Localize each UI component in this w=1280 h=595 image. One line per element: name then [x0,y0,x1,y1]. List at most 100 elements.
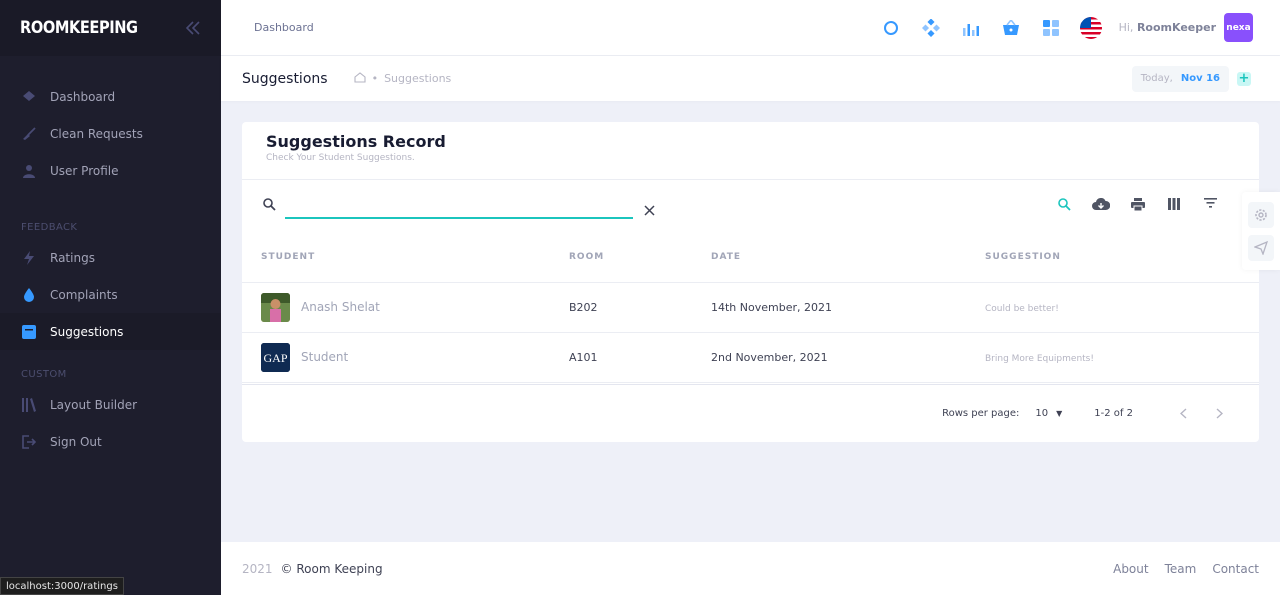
diamond-icon[interactable] [911,8,951,48]
page-title: Suggestions [242,70,328,87]
cell-student: GAP Student [242,332,569,383]
date-picker[interactable]: Today, Nov 16 [1131,65,1229,92]
cell-suggestion: Bring More Equipments! [985,332,1259,383]
sidebar-item-layout-builder[interactable]: Layout Builder [0,386,221,423]
sidebar-item-complaints[interactable]: Complaints [0,276,221,313]
table-row[interactable]: GAP Student A101 2nd November, 2021 Brin… [242,332,1259,383]
card-subtitle: Check Your Student Suggestions. [266,153,415,163]
brand-bar: ROOMKEEPING [0,0,221,56]
drop-icon [21,287,37,303]
suggestion-text: Could be better! [985,303,1059,314]
sidebar-item-label: Suggestions [50,324,124,339]
home-icon[interactable] [354,71,366,86]
avatar[interactable]: nexa [1224,13,1253,42]
student-name: Student [301,350,349,364]
sidebar-item-sign-out[interactable]: Sign Out [0,423,221,460]
view-columns-icon[interactable] [1156,198,1193,211]
top-header: Dashboard Hi, RoomKeeper nexa [221,0,1280,56]
sidebar-item-label: Sign Out [50,434,102,449]
cell-date: 2nd November, 2021 [711,332,985,383]
footer-link-about[interactable]: About [1113,562,1148,576]
layers-icon [21,89,37,105]
sidebar-item-label: Complaints [50,287,118,302]
sidebar-item-clean-requests[interactable]: Clean Requests [0,115,221,152]
page-range: 1-2 of 2 [1094,408,1133,419]
basket-icon[interactable] [991,8,1031,48]
cell-room: B202 [569,282,711,333]
user-icon [21,163,37,179]
close-icon[interactable] [644,201,655,220]
rows-per-page-label: Rows per page: [942,408,1020,419]
sidebar-item-user-profile[interactable]: User Profile [0,152,221,189]
column-header-room[interactable]: ROOM [569,232,711,283]
gap-logo: GAP [261,342,290,372]
table-row[interactable]: Anash Shelat B202 14th November, 2021 Co… [242,282,1259,333]
today-label: Today, [1140,73,1173,84]
circle-search-icon[interactable] [871,8,911,48]
gear-icon[interactable] [1248,202,1274,228]
search-action-icon[interactable] [1047,198,1084,211]
grid-icon[interactable] [1031,8,1071,48]
collapse-sidebar-icon[interactable] [185,21,201,35]
download-cloud-icon[interactable] [1083,198,1120,211]
username[interactable]: RoomKeeper [1137,21,1216,34]
sidebar-item-suggestions[interactable]: Suggestions [0,313,221,350]
suggestions-table: STUDENT ROOM DATE SUGGESTION Anash Shela… [242,232,1259,383]
sidebar-item-ratings[interactable]: Ratings [0,239,221,276]
search-icon [263,196,276,215]
footer: 2021 © Room Keeping About Team Contact [221,542,1280,595]
add-button[interactable]: + [1237,71,1251,86]
library-icon [21,397,37,413]
print-icon[interactable] [1120,198,1157,211]
sidebar-item-label: Clean Requests [50,126,143,141]
cell-student: Anash Shelat [242,282,569,333]
subheader: Suggestions • Suggestions Today, Nov 16 … [221,56,1280,101]
status-bar-url: localhost:3000/ratings [0,577,124,595]
cell-suggestion: Could be better! [985,282,1259,333]
footer-copyright[interactable]: © Room Keeping [281,562,383,576]
filter-icon[interactable] [1193,198,1230,211]
broom-icon [21,126,37,142]
chevron-right-icon[interactable] [1201,408,1237,419]
toolbar-actions [1047,198,1230,211]
rows-per-page-select[interactable]: 10 ▼ [1035,408,1062,419]
footer-link-team[interactable]: Team [1165,562,1197,576]
breadcrumb-item[interactable]: Suggestions [384,72,451,85]
search-input[interactable] [285,197,633,219]
chart-icon[interactable] [951,8,991,48]
footer-links: About Team Contact [1097,562,1259,576]
chevron-left-icon[interactable] [1165,408,1201,419]
student-photo [261,292,290,322]
table-header-row: STUDENT ROOM DATE SUGGESTION [242,232,1259,283]
suggestions-card: Suggestions Record Check Your Student Su… [242,122,1259,442]
sidebar: ROOMKEEPING Dashboard Clean Requests Use… [0,0,221,595]
sidebar-item-label: User Profile [50,163,119,178]
today-date: Nov 16 [1180,73,1220,84]
student-name: Anash Shelat [301,300,380,314]
send-icon[interactable] [1248,235,1274,261]
sidebar-item-label: Layout Builder [50,397,138,412]
column-header-student[interactable]: STUDENT [242,232,569,283]
pagination: Rows per page: 10 ▼ 1-2 of 2 [242,384,1259,442]
sign-out-icon [21,434,37,450]
column-header-suggestion[interactable]: SUGGESTION [985,232,1259,283]
svg-text:GAP: GAP [263,351,287,365]
sidebar-item-dashboard[interactable]: Dashboard [0,78,221,115]
footer-link-contact[interactable]: Contact [1212,562,1259,576]
lightning-icon [21,250,37,266]
breadcrumb: • Suggestions [354,71,451,86]
header-right: Hi, RoomKeeper nexa [871,8,1280,48]
section-custom: CUSTOM [21,369,67,380]
caret-down-icon: ▼ [1056,409,1063,418]
us-flag-icon[interactable] [1071,8,1111,48]
sidebar-nav: Dashboard Clean Requests User Profile FE… [0,56,221,460]
student-cell: GAP Student [261,342,569,372]
side-toolbar [1242,192,1280,270]
card-title: Suggestions Record [266,132,446,151]
sidebar-item-label: Ratings [50,250,95,265]
brand-logo[interactable]: ROOMKEEPING [20,18,138,38]
header-tab-dashboard[interactable]: Dashboard [254,21,314,34]
column-header-date[interactable]: DATE [711,232,985,283]
table-toolbar [242,180,1259,232]
cell-room: A101 [569,332,711,383]
